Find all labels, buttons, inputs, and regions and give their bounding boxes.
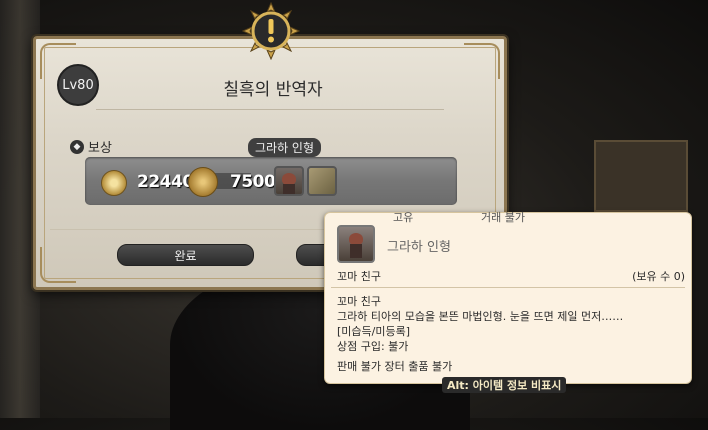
gil-value: 7500	[230, 172, 276, 192]
background-notice-board	[594, 140, 688, 212]
book-item-icon[interactable]	[307, 166, 337, 196]
tooltip-line: 꼬마 친구	[337, 295, 381, 308]
tooltip-divider	[331, 287, 685, 288]
gil-icon	[188, 167, 218, 197]
tooltip-flags: 판매 불가 장터 출품 불가	[337, 360, 453, 373]
alt-hint: Alt: 아이템 정보 비표시	[442, 377, 567, 393]
tooltip-line: [미습득/미등록]	[337, 325, 411, 338]
tag-untradable: 거래 불가	[481, 211, 525, 224]
title-divider	[96, 109, 444, 110]
tooltip-category: 꼬마 친구	[337, 270, 381, 283]
mgp-icon	[101, 170, 127, 196]
mgp-value: 22440	[137, 172, 194, 192]
tooltip-owned-count: (보유 수 0)	[632, 270, 685, 283]
level-badge: Lv80	[57, 64, 99, 106]
quest-title: 칠흑의 반역자	[223, 80, 323, 100]
doll-body	[283, 184, 295, 194]
alert-emblem-icon	[242, 2, 300, 60]
frame-ornament	[40, 247, 76, 283]
complete-button[interactable]: 완료	[117, 244, 254, 266]
tooltip-description: 꼬마 친구 그라하 티아의 모습을 본뜬 마법인형. 눈을 뜨면 제일 먼저………	[337, 294, 687, 354]
tooltip-line: 상점 구입: 불가	[337, 340, 409, 353]
item-tooltip: 고유 거래 불가 그라하 인형 꼬마 친구 (보유 수 0) 꼬마 친구 그라하…	[324, 211, 692, 393]
reward-icon: ◆	[70, 139, 84, 154]
tooltip-doll-icon	[337, 225, 375, 263]
doll-body	[350, 244, 362, 258]
reward-label: 보상	[88, 141, 112, 156]
frame-ornament	[464, 43, 500, 79]
doll-item-icon[interactable]	[274, 166, 304, 196]
reward-header: ◆ 보상	[70, 137, 112, 156]
hover-item-name: 그라하 인형	[248, 138, 322, 157]
tag-unique: 고유	[393, 211, 414, 224]
reward-bar: 22440 7500	[85, 157, 457, 205]
tooltip-line: 그라하 티아의 모습을 본뜬 마법인형. 눈을 뜨면 제일 먼저……	[337, 310, 624, 323]
tooltip-item-name: 그라하 인형	[387, 240, 451, 255]
